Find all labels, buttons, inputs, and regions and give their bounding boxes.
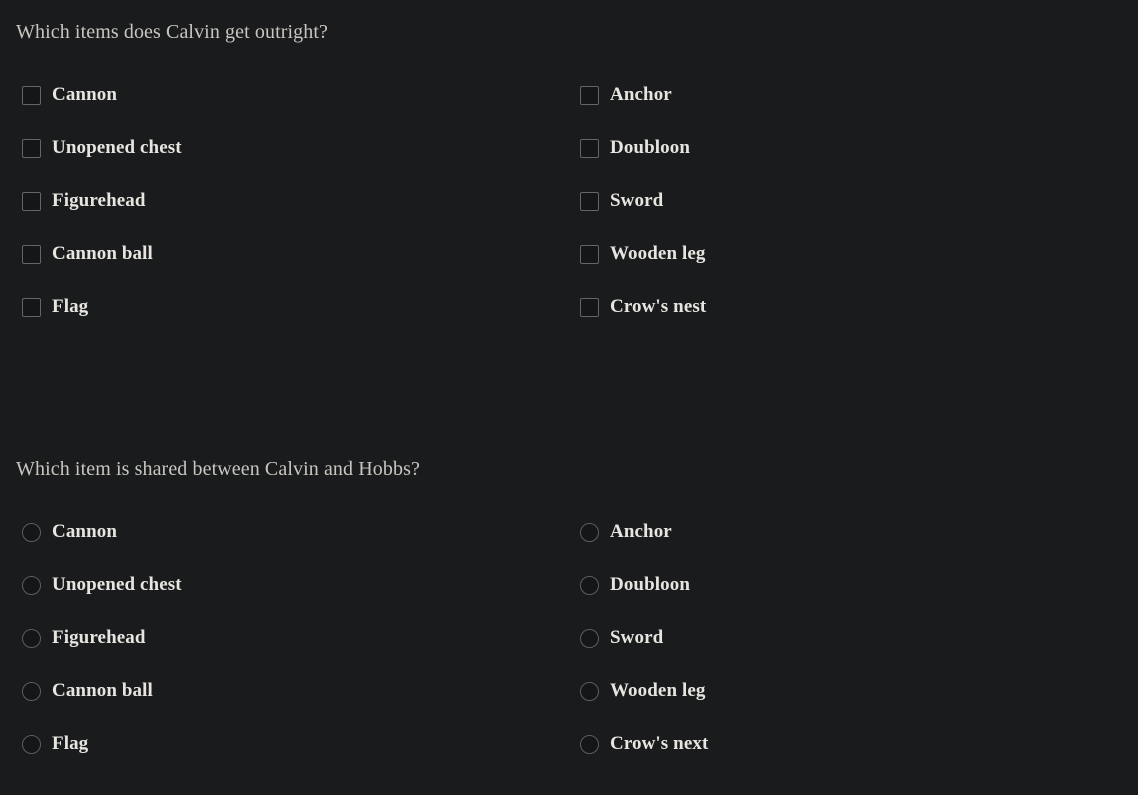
radio-icon[interactable] [580, 628, 599, 648]
option-row[interactable]: Crow's nest [580, 294, 706, 320]
option-row[interactable]: Flag [22, 294, 88, 320]
option-row[interactable]: Anchor [580, 82, 672, 108]
option-row[interactable]: Doubloon [580, 135, 690, 161]
option-label: Cannon ball [52, 680, 153, 701]
option-row[interactable]: Flag [22, 731, 88, 757]
option-label: Wooden leg [610, 680, 706, 701]
radio-icon[interactable] [22, 628, 41, 648]
option-row[interactable]: Cannon ball [22, 241, 153, 267]
checkbox-icon[interactable] [22, 244, 41, 264]
option-row[interactable]: Unopened chest [22, 572, 182, 598]
checkbox-icon[interactable] [22, 191, 41, 211]
radio-icon[interactable] [22, 681, 41, 701]
option-label: Anchor [610, 84, 672, 105]
option-row[interactable]: Figurehead [22, 188, 146, 214]
option-row[interactable]: Crow's next [580, 731, 708, 757]
option-label: Crow's nest [610, 296, 707, 317]
checkbox-icon[interactable] [580, 138, 599, 158]
option-row[interactable]: Cannon [22, 519, 117, 545]
radio-icon[interactable] [580, 575, 599, 595]
checkbox-icon[interactable] [580, 244, 599, 264]
option-label: Doubloon [610, 137, 691, 158]
option-row[interactable]: Unopened chest [22, 135, 182, 161]
radio-icon[interactable] [22, 522, 41, 542]
option-row[interactable]: Cannon [22, 82, 117, 108]
option-label: Unopened chest [52, 574, 182, 595]
checkbox-icon[interactable] [580, 297, 599, 317]
option-label: Doubloon [610, 574, 691, 595]
option-row[interactable]: Figurehead [22, 625, 146, 651]
option-label: Flag [52, 733, 89, 754]
checkbox-icon[interactable] [22, 297, 41, 317]
question-title: Which item is shared between Calvin and … [16, 458, 420, 480]
radio-icon[interactable] [580, 522, 599, 542]
option-row[interactable]: Cannon ball [22, 678, 153, 704]
checkbox-icon[interactable] [580, 85, 599, 105]
option-label: Wooden leg [610, 243, 706, 264]
option-label: Sword [610, 627, 664, 648]
quiz-page: Which items does Calvin get outright? Can… [0, 0, 1138, 795]
option-label: Unopened chest [52, 137, 182, 158]
radio-icon[interactable] [580, 734, 599, 754]
option-label: Crow's next [610, 733, 709, 754]
option-label: Cannon [52, 521, 118, 542]
option-row[interactable]: Sword [580, 188, 663, 214]
option-label: Figurehead [52, 627, 146, 648]
option-row[interactable]: Anchor [580, 519, 672, 545]
checkbox-icon[interactable] [22, 138, 41, 158]
option-label: Cannon ball [52, 243, 153, 264]
option-row[interactable]: Doubloon [580, 572, 690, 598]
checkbox-icon[interactable] [22, 85, 41, 105]
option-row[interactable]: Wooden leg [580, 678, 705, 704]
option-label: Flag [52, 296, 89, 317]
radio-icon[interactable] [580, 681, 599, 701]
option-label: Anchor [610, 521, 672, 542]
radio-icon[interactable] [22, 575, 41, 595]
option-row[interactable]: Sword [580, 625, 663, 651]
question-title: Which items does Calvin get outright? [16, 21, 328, 43]
option-label: Figurehead [52, 190, 146, 211]
option-row[interactable]: Wooden leg [580, 241, 705, 267]
radio-icon[interactable] [22, 734, 41, 754]
option-label: Sword [610, 190, 664, 211]
checkbox-icon[interactable] [580, 191, 599, 211]
option-label: Cannon [52, 84, 118, 105]
